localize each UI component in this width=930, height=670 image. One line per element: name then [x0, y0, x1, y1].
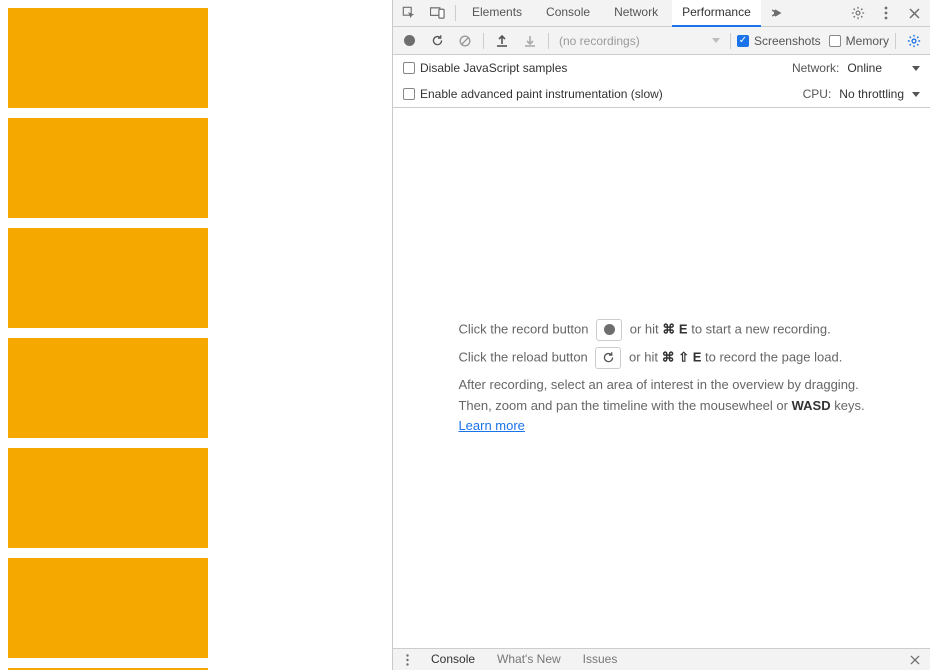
gold-box [8, 228, 208, 328]
cpu-throttle-select[interactable]: CPU: No throttling [803, 87, 920, 101]
capture-options: Disable JavaScript samples Network: Onli… [393, 55, 930, 108]
record-button-inline[interactable] [596, 319, 622, 341]
inspect-element-icon[interactable] [397, 1, 421, 25]
memory-checkbox[interactable]: Memory [829, 34, 889, 48]
devtools-tab-strip: Elements Console Network Performance [393, 0, 930, 27]
gold-box [8, 8, 208, 108]
enable-paint-checkbox[interactable]: Enable advanced paint instrumentation (s… [403, 87, 663, 101]
chevron-down-icon [712, 38, 720, 43]
close-devtools-icon[interactable] [902, 1, 926, 25]
tab-performance[interactable]: Performance [672, 0, 761, 27]
screenshots-label: Screenshots [754, 34, 821, 48]
devtools-panel: Elements Console Network Performance [393, 0, 930, 670]
text: Click the reload button [458, 349, 587, 364]
tab-console[interactable]: Console [536, 0, 600, 27]
cpu-value: No throttling [839, 87, 904, 101]
network-value: Online [847, 61, 882, 75]
capture-settings-gear-icon[interactable] [902, 29, 926, 53]
separator [548, 33, 549, 49]
download-profile-icon[interactable] [518, 29, 542, 53]
kbd-shortcut: ⌘ ⇧ E [662, 349, 702, 364]
close-drawer-icon[interactable] [906, 651, 924, 669]
text: or hit [629, 349, 658, 364]
text: or hit [630, 321, 659, 336]
separator [455, 5, 456, 21]
cpu-label: CPU: [803, 87, 832, 101]
checkbox-checked-icon: ✓ [737, 35, 749, 47]
disable-js-samples-checkbox[interactable]: Disable JavaScript samples [403, 61, 567, 75]
text: Click the record button [458, 321, 588, 336]
gold-box [8, 448, 208, 548]
page-content [0, 0, 393, 670]
drawer-tab-console[interactable]: Console [425, 649, 481, 670]
tab-network[interactable]: Network [604, 0, 668, 27]
instructions: Click the record button or hit ⌘ E to st… [458, 313, 864, 443]
gold-box [8, 338, 208, 438]
checkbox-unchecked-icon [403, 62, 415, 74]
device-toggle-icon[interactable] [425, 1, 449, 25]
network-label: Network: [792, 61, 839, 75]
reload-button-inline[interactable] [595, 347, 621, 369]
chevron-down-icon [912, 66, 920, 71]
gold-box [8, 118, 208, 218]
enable-paint-label: Enable advanced paint instrumentation (s… [420, 87, 663, 101]
devtools-drawer: Console What's New Issues [393, 648, 930, 670]
kebab-menu-icon[interactable] [399, 652, 415, 668]
text: to record the page load. [705, 349, 842, 364]
separator [730, 33, 731, 49]
text: After recording, select an area of inter… [458, 377, 858, 392]
kbd-wasd: WASD [792, 398, 831, 413]
separator [483, 33, 484, 49]
recordings-dropdown[interactable]: (no recordings) [555, 30, 724, 52]
record-button[interactable] [397, 29, 421, 53]
upload-profile-icon[interactable] [490, 29, 514, 53]
drawer-tab-whats-new[interactable]: What's New [491, 649, 567, 670]
clear-button[interactable] [453, 29, 477, 53]
separator [895, 33, 896, 49]
checkbox-unchecked-icon [403, 88, 415, 100]
text: to start a new recording. [691, 321, 830, 336]
chevron-down-icon [912, 92, 920, 97]
recordings-placeholder: (no recordings) [559, 34, 640, 48]
screenshots-checkbox[interactable]: ✓ Screenshots [737, 34, 821, 48]
learn-more-link[interactable]: Learn more [458, 418, 524, 433]
performance-toolbar: (no recordings) ✓ Screenshots Memory [393, 27, 930, 55]
text: keys. [834, 398, 864, 413]
more-tabs-icon[interactable] [765, 1, 789, 25]
performance-body: Click the record button or hit ⌘ E to st… [393, 108, 930, 648]
reload-button[interactable] [425, 29, 449, 53]
kebab-menu-icon[interactable] [874, 1, 898, 25]
kbd-shortcut: ⌘ E [662, 321, 687, 336]
disable-js-samples-label: Disable JavaScript samples [420, 61, 567, 75]
memory-label: Memory [846, 34, 889, 48]
network-throttle-select[interactable]: Network: Online [792, 61, 920, 75]
tab-elements[interactable]: Elements [462, 0, 532, 27]
drawer-tab-issues[interactable]: Issues [577, 649, 624, 670]
settings-gear-icon[interactable] [846, 1, 870, 25]
text: Then, zoom and pan the timeline with the… [458, 398, 788, 413]
gold-box [8, 558, 208, 658]
checkbox-unchecked-icon [829, 35, 841, 47]
